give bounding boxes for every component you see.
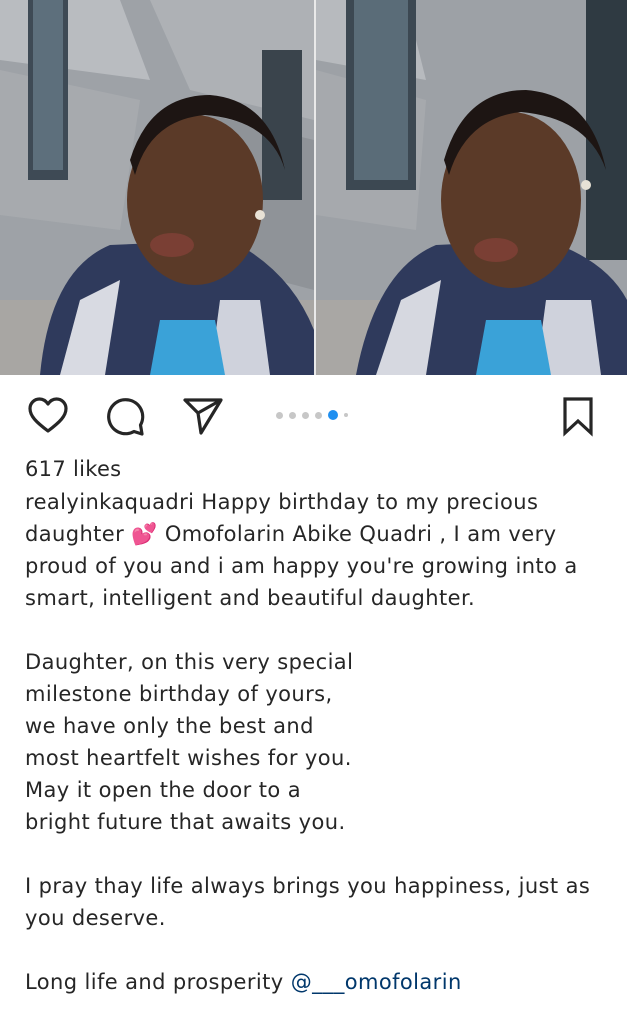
post-action-bar (0, 375, 627, 453)
caption-text: we have only the best and (25, 714, 314, 738)
carousel-dot (315, 411, 322, 419)
save-button[interactable] (554, 392, 602, 440)
caption-text: milestone birthday of yours, (25, 682, 333, 706)
like-button[interactable] (24, 392, 72, 440)
caption-text: you deserve. (25, 906, 166, 930)
post-details: 617 likes realyinkaquadri Happy birthday… (25, 452, 605, 1020)
caption-paragraph-3: I pray thay life always brings you happi… (25, 870, 605, 934)
two-hearts-emoji: 💕 (131, 522, 158, 546)
caption-text: proud of you and i am happy you're growi… (25, 554, 578, 578)
heart-outline-icon (28, 397, 68, 433)
speech-bubble-icon (107, 398, 145, 436)
caption-paragraph-2: Daughter, on this very special milestone… (25, 646, 605, 838)
caption-text: Daughter, on this very special (25, 650, 354, 674)
carousel-dot (276, 411, 283, 419)
caption-text: Long life and prosperity (25, 970, 291, 994)
likes-count[interactable]: 617 likes (25, 452, 605, 486)
post-photo-left (0, 0, 314, 375)
caption-paragraph-1: realyinkaquadri Happy birthday to my pre… (25, 486, 605, 614)
caption-text: I pray thay life always brings you happi… (25, 874, 591, 898)
paper-plane-icon (183, 398, 223, 435)
bookmark-outline-icon (563, 397, 593, 437)
caption-text: May it open the door to a (25, 778, 302, 802)
carousel-dot (344, 413, 348, 417)
carousel-indicator (276, 409, 348, 421)
post-photo-right (316, 0, 627, 375)
caption-text: daughter (25, 522, 132, 546)
caption-text: Happy birthday to my precious (194, 490, 539, 514)
comment-button[interactable] (101, 392, 149, 440)
caption-text: bright future that awaits you. (25, 810, 346, 834)
caption-text: Omofolarin Abike Quadri , I am very (157, 522, 557, 546)
caption-username[interactable]: realyinkaquadri (25, 490, 194, 514)
post-caption: realyinkaquadri Happy birthday to my pre… (25, 486, 605, 998)
caption-text: most heartfelt wishes for you. (25, 746, 352, 770)
user-mention-link[interactable]: @___omofolarin (291, 970, 462, 994)
carousel-dot-active (328, 410, 338, 420)
carousel-dot (289, 411, 296, 419)
share-button[interactable] (179, 392, 227, 440)
post-carousel[interactable] (0, 0, 627, 375)
carousel-dot (302, 411, 309, 419)
caption-paragraph-4: Long life and prosperity @___omofolarin (25, 966, 605, 998)
caption-text: smart, intelligent and beautiful daughte… (25, 586, 476, 610)
